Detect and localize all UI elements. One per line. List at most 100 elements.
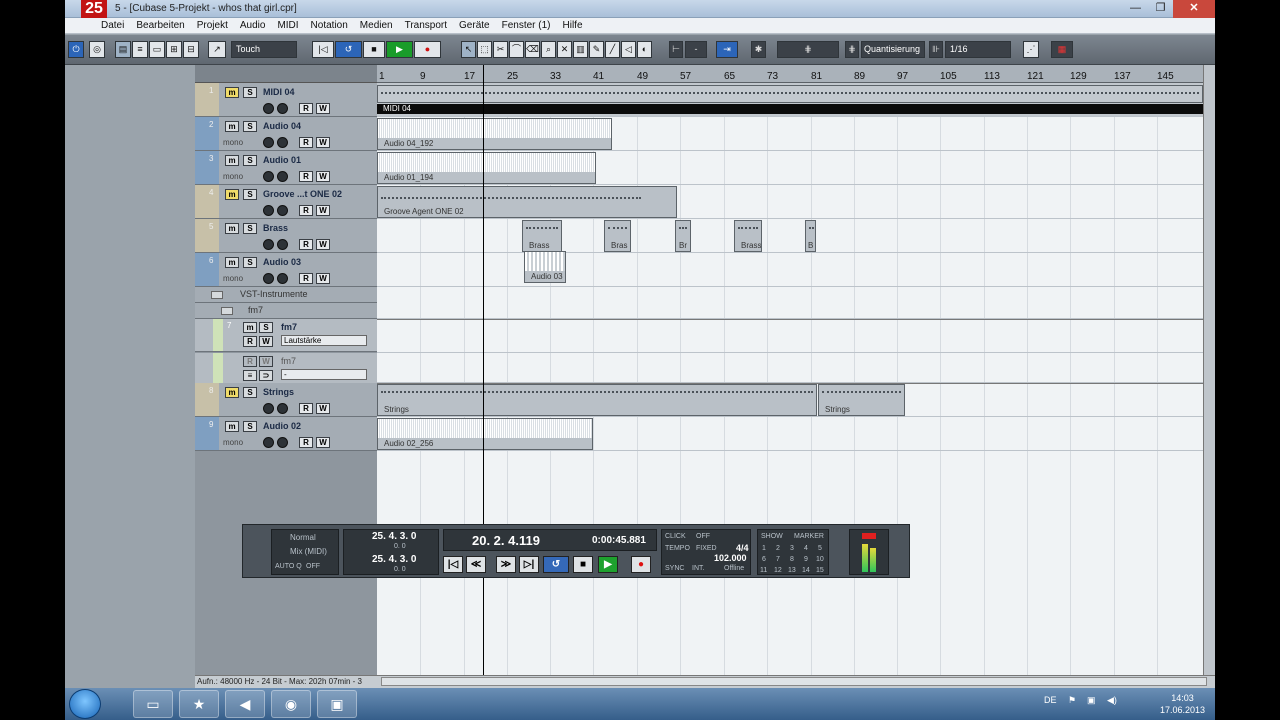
menu-midi[interactable]: MIDI [271, 20, 304, 31]
write-automation-button[interactable]: W [259, 356, 273, 367]
record-enable-button[interactable] [277, 103, 288, 114]
marker-5-button[interactable]: 5 [818, 545, 822, 552]
comp-tool-icon[interactable]: ▥ [573, 41, 588, 58]
event-groove-agent[interactable]: Groove Agent ONE 02 [377, 186, 677, 218]
track-name[interactable]: Groove ...t ONE 02 [263, 189, 342, 199]
solo-button[interactable]: S [243, 223, 257, 234]
goto-start-button[interactable]: |◁ [443, 556, 463, 573]
object-selection-tool-icon[interactable]: ↖ [461, 41, 476, 58]
automation-mode-select[interactable]: Touch [231, 41, 297, 58]
line-tool-icon[interactable]: ╱ [605, 41, 620, 58]
menu-geraete[interactable]: Geräte [453, 20, 496, 31]
quantize-icon[interactable]: ⊪ [929, 41, 943, 58]
marker-4-button[interactable]: 4 [804, 545, 808, 552]
marker-15-button[interactable]: 15 [816, 567, 824, 574]
minimize-button[interactable]: — [1123, 0, 1148, 18]
glue-tool-icon[interactable]: ⌒ [509, 41, 524, 58]
event-brass-3[interactable]: Br [675, 220, 691, 252]
start-button[interactable] [69, 689, 101, 719]
play-button[interactable]: ▶ [386, 41, 413, 58]
marker-10-button[interactable]: 10 [816, 556, 824, 563]
track-name[interactable]: Audio 03 [263, 257, 301, 267]
event-audio-01-194[interactable]: Audio 01_194 [377, 152, 596, 184]
mute-button[interactable]: m [225, 121, 239, 132]
marker-3-button[interactable]: 3 [790, 545, 794, 552]
menu-projekt[interactable]: Projekt [191, 20, 234, 31]
folder-vst-instruments[interactable]: VST-Instrumente [195, 287, 377, 303]
track-fm7[interactable]: 7 m S R W fm7 Lautstärke [195, 319, 377, 352]
event-audio-03[interactable]: Audio 03 [524, 251, 566, 283]
menu-hilfe[interactable]: Hilfe [557, 20, 589, 31]
track-name[interactable]: Audio 01 [263, 155, 301, 165]
active-app-icon[interactable]: ▣ [317, 690, 357, 718]
record-button[interactable]: ● [631, 556, 651, 573]
track-strings[interactable]: 8 m S Strings R W [195, 383, 377, 417]
split-tool-icon[interactable]: ✂ [493, 41, 508, 58]
event-strings-1[interactable]: Strings [377, 384, 817, 416]
record-enable-button[interactable] [277, 437, 288, 448]
media-app-icon[interactable]: ◉ [271, 690, 311, 718]
read-automation-button[interactable]: R [299, 403, 313, 414]
snap-zero-crossing-button[interactable]: ✱ [751, 41, 766, 58]
right-locator-display[interactable]: 25. 4. 3. 0 [372, 554, 416, 565]
timeline-ruler[interactable]: 1 9 17 25 33 41 49 57 65 73 81 89 97 105… [377, 65, 1203, 83]
monitor-button[interactable] [263, 205, 274, 216]
read-automation-button[interactable]: R [299, 437, 313, 448]
cycle-button[interactable]: ↺ [335, 41, 362, 58]
vertical-scrollbar[interactable] [1203, 65, 1215, 675]
show-markers-button[interactable]: SHOW [761, 533, 783, 540]
stop-button[interactable]: ■ [573, 556, 593, 573]
write-automation-button[interactable]: W [316, 137, 330, 148]
record-enable-button[interactable] [277, 171, 288, 182]
lanes-button[interactable]: ≡ [243, 370, 257, 381]
show-inspector-button[interactable]: ▤ [115, 41, 131, 58]
marker-6-button[interactable]: 6 [762, 556, 766, 563]
rewind-button[interactable]: ≪ [466, 556, 486, 573]
write-automation-button[interactable]: W [316, 103, 330, 114]
track-brass[interactable]: 5 m S Brass R W [195, 219, 377, 253]
track-groove-agent[interactable]: 4 m S Groove ...t ONE 02 R W [195, 185, 377, 219]
marker-9-button[interactable]: 9 [804, 556, 808, 563]
mute-button[interactable]: m [225, 257, 239, 268]
event-display[interactable]: MIDI 04 Audio 04_192 Audio 01_194 Groove… [377, 83, 1203, 675]
track-midi-04[interactable]: 1 m S MIDI 04 R W [195, 83, 377, 117]
cubase-taskbar-icon[interactable]: ◀ [225, 690, 265, 718]
read-automation-button[interactable]: R [299, 103, 313, 114]
read-automation-button[interactable]: R [299, 205, 313, 216]
monitor-button[interactable] [263, 137, 274, 148]
left-locator-display[interactable]: 25. 4. 3. 0 [372, 531, 416, 542]
solo-button[interactable]: S [243, 421, 257, 432]
track-audio-04[interactable]: 2 m S Audio 04 mono R W [195, 117, 377, 151]
goto-end-button[interactable]: ▷| [519, 556, 539, 573]
forward-button[interactable]: ≫ [496, 556, 516, 573]
play-tool-icon[interactable]: ◁ [621, 41, 636, 58]
record-enable-button[interactable] [277, 403, 288, 414]
write-automation-button[interactable]: W [316, 239, 330, 250]
speaker-icon[interactable]: ◀) [1107, 695, 1117, 706]
marker-12-button[interactable]: 12 [774, 567, 782, 574]
network-icon[interactable]: ▣ [1087, 695, 1096, 706]
activate-project-button[interactable]: ⏻ [68, 41, 84, 58]
menu-audio[interactable]: Audio [234, 20, 272, 31]
read-automation-button[interactable]: R [299, 137, 313, 148]
menu-notation[interactable]: Notation [305, 20, 354, 31]
mute-button[interactable]: m [225, 421, 239, 432]
project-cursor[interactable] [483, 65, 484, 675]
solo-button[interactable]: S [259, 322, 273, 333]
menu-datei[interactable]: Datei [95, 20, 130, 31]
event-brass-4[interactable]: Brass [734, 220, 762, 252]
mute-button[interactable]: m [225, 155, 239, 166]
event-midi-04-label[interactable]: MIDI 04 [377, 104, 1203, 114]
record-enable-button[interactable] [277, 273, 288, 284]
quantize-preset-select[interactable]: Quantisierung [861, 41, 925, 58]
mute-button[interactable]: R [243, 356, 257, 367]
automation-parameter-field[interactable]: Lautstärke [281, 335, 367, 346]
link-button[interactable]: ⊃ [259, 370, 273, 381]
horizontal-scrollbar[interactable] [381, 677, 1207, 686]
marker-14-button[interactable]: 14 [802, 567, 810, 574]
cross-fade-button[interactable]: ⋰ [1023, 41, 1039, 58]
read-automation-button[interactable]: R [299, 239, 313, 250]
track-name[interactable]: Audio 04 [263, 121, 301, 131]
event-strings-2[interactable]: Strings [818, 384, 905, 416]
cycle-button[interactable]: ↺ [543, 556, 569, 573]
